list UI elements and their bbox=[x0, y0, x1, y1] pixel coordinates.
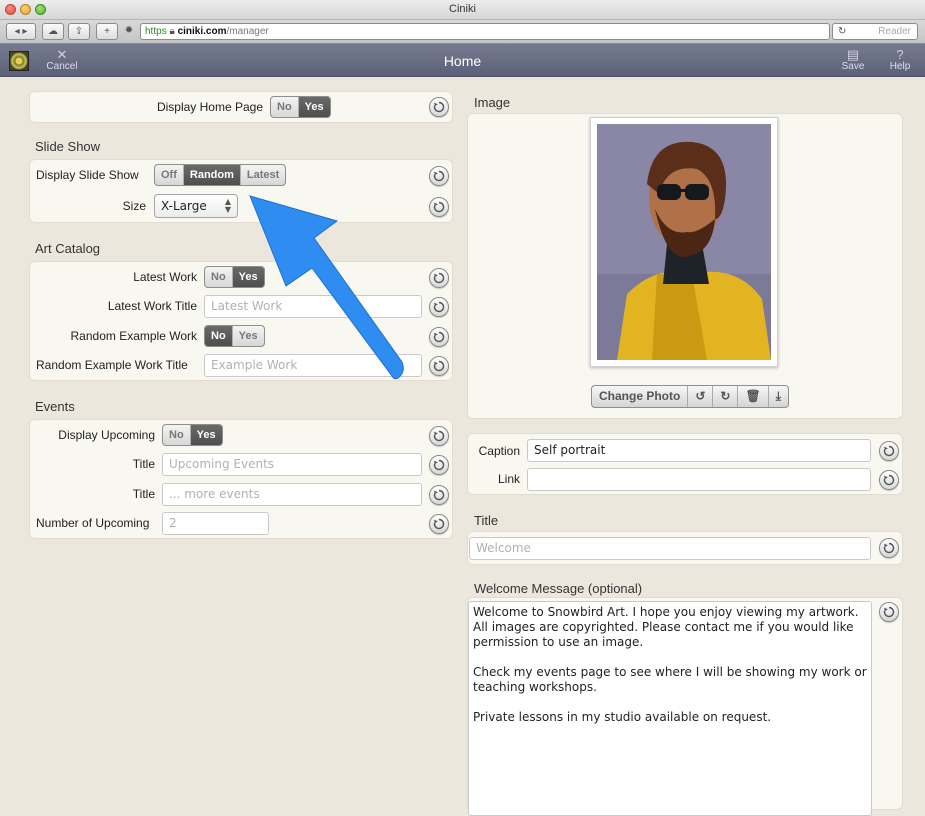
reset-icon[interactable] bbox=[429, 485, 449, 505]
size-select[interactable]: X-Large ▲ ▼ bbox=[154, 194, 238, 218]
random-option-no[interactable]: No bbox=[205, 326, 233, 346]
slide-show-heading: Slide Show bbox=[35, 139, 101, 154]
display-slide-show-toggle[interactable]: Off Random Latest bbox=[154, 164, 287, 186]
latest-option-no[interactable]: No bbox=[205, 267, 233, 287]
art-catalog-heading: Art Catalog bbox=[35, 241, 101, 256]
reset-icon[interactable] bbox=[429, 97, 449, 117]
download-icon[interactable]: ⤓ bbox=[769, 386, 788, 407]
photo-frame bbox=[590, 117, 778, 367]
link-input[interactable] bbox=[527, 468, 871, 491]
caption-input[interactable]: Self portrait bbox=[527, 439, 871, 462]
help-label: Help bbox=[889, 61, 911, 72]
lock-icon: 🔒︎ bbox=[169, 26, 175, 37]
number-of-upcoming-input[interactable]: 2 bbox=[162, 512, 269, 535]
reset-icon[interactable] bbox=[879, 470, 899, 490]
display-upcoming-toggle[interactable]: No Yes bbox=[162, 424, 223, 446]
reset-icon[interactable] bbox=[429, 514, 449, 534]
events-option-yes[interactable]: Yes bbox=[190, 425, 222, 445]
random-example-work-title-input[interactable]: Example Work bbox=[204, 354, 422, 377]
reset-icon[interactable] bbox=[429, 455, 449, 475]
size-value: X-Large bbox=[161, 199, 207, 213]
title-heading: Title bbox=[474, 513, 499, 528]
home-option-yes[interactable]: Yes bbox=[298, 97, 330, 117]
change-photo-button[interactable]: Change Photo bbox=[592, 386, 689, 407]
reload-icon[interactable]: ↻ bbox=[838, 24, 846, 39]
reader-button[interactable]: ↻ Reader bbox=[832, 23, 918, 40]
latest-option-yes[interactable]: Yes bbox=[232, 267, 264, 287]
new-tab-plus-icon[interactable]: + bbox=[96, 23, 118, 40]
display-home-page-toggle[interactable]: No Yes bbox=[270, 96, 331, 118]
slideshow-option-off[interactable]: Off bbox=[155, 165, 184, 185]
latest-work-title-label: Latest Work Title bbox=[107, 299, 197, 313]
display-upcoming-label: Display Upcoming bbox=[58, 428, 155, 442]
display-slide-show-label: Display Slide Show bbox=[36, 168, 139, 182]
image-heading: Image bbox=[474, 95, 511, 110]
title-input[interactable]: Welcome bbox=[469, 537, 871, 560]
reset-icon[interactable] bbox=[429, 327, 449, 347]
slideshow-option-latest[interactable]: Latest bbox=[241, 165, 285, 185]
latest-work-label: Latest Work bbox=[133, 270, 197, 284]
reset-icon[interactable] bbox=[429, 356, 449, 376]
reader-label: Reader bbox=[878, 26, 911, 37]
reset-icon[interactable] bbox=[429, 426, 449, 446]
site-favicon-icon: ✹ bbox=[124, 25, 134, 36]
address-bar[interactable]: https 🔒︎ ciniki.com/manager bbox=[140, 23, 830, 40]
back-forward-buttons[interactable]: ◂ ▸ bbox=[6, 23, 36, 40]
caption-label: Caption bbox=[478, 444, 520, 458]
window-titlebar: Ciniki bbox=[0, 0, 925, 20]
window-title: Ciniki bbox=[449, 3, 476, 15]
save-button[interactable]: ▤ Save bbox=[831, 48, 875, 72]
display-home-page-label: Display Home Page bbox=[156, 100, 263, 114]
help-icon: ? bbox=[896, 47, 904, 62]
home-option-no[interactable]: No bbox=[271, 97, 299, 117]
welcome-message-textarea[interactable]: Welcome to Snowbird Art. I hope you enjo… bbox=[468, 601, 872, 816]
slideshow-option-random[interactable]: Random bbox=[183, 165, 241, 185]
rotate-right-icon[interactable]: ↻ bbox=[713, 386, 739, 407]
reset-icon[interactable] bbox=[879, 602, 899, 622]
latest-work-title-input[interactable]: Latest Work bbox=[204, 295, 422, 318]
help-button[interactable]: ? Help bbox=[878, 48, 922, 72]
welcome-message-heading: Welcome Message (optional) bbox=[474, 581, 643, 596]
reset-icon[interactable] bbox=[429, 268, 449, 288]
portrait-photo[interactable] bbox=[597, 124, 771, 360]
events-option-no[interactable]: No bbox=[163, 425, 191, 445]
save-label: Save bbox=[841, 61, 865, 72]
icloud-icon[interactable]: ☁ bbox=[42, 23, 64, 40]
events-heading: Events bbox=[35, 399, 75, 414]
title-2-label: Title bbox=[132, 487, 155, 501]
more-events-title-input[interactable]: ... more events bbox=[162, 483, 422, 506]
reset-icon[interactable] bbox=[879, 441, 899, 461]
title-1-label: Title bbox=[132, 457, 155, 471]
browser-toolbar: ◂ ▸ ☁ ⇪ + ✹ https 🔒︎ ciniki.com/manager … bbox=[0, 20, 925, 44]
reset-icon[interactable] bbox=[879, 538, 899, 558]
random-example-work-label: Random Example Work bbox=[70, 329, 198, 343]
app-header: ✕ Cancel Home ▤ Save ? Help bbox=[0, 44, 925, 77]
link-label: Link bbox=[497, 472, 520, 486]
share-icon[interactable]: ⇪ bbox=[68, 23, 90, 40]
trash-icon[interactable]: 🗑︎ bbox=[738, 386, 769, 407]
rotate-left-icon[interactable]: ↺ bbox=[688, 386, 714, 407]
latest-work-toggle[interactable]: No Yes bbox=[204, 266, 265, 288]
select-arrows-icon: ▲ ▼ bbox=[224, 197, 231, 214]
number-of-upcoming-label: Number of Upcoming bbox=[36, 516, 150, 530]
random-option-yes[interactable]: Yes bbox=[233, 326, 264, 346]
url-domain: ciniki.com bbox=[177, 26, 227, 37]
url-path: /manager bbox=[226, 26, 269, 37]
upcoming-title-input[interactable]: Upcoming Events bbox=[162, 453, 422, 476]
reset-icon[interactable] bbox=[429, 297, 449, 317]
save-icon: ▤ bbox=[846, 47, 860, 62]
url-scheme: https bbox=[145, 26, 167, 37]
photo-toolbar: Change Photo ↺ ↻ 🗑︎ ⤓ bbox=[591, 385, 789, 408]
page-title: Home bbox=[443, 53, 482, 69]
size-label: Size bbox=[122, 199, 146, 213]
reset-icon[interactable] bbox=[429, 197, 449, 217]
reset-icon[interactable] bbox=[429, 166, 449, 186]
random-example-work-toggle[interactable]: No Yes bbox=[204, 325, 265, 347]
random-example-work-title-label: Random Example Work Title bbox=[36, 358, 188, 372]
